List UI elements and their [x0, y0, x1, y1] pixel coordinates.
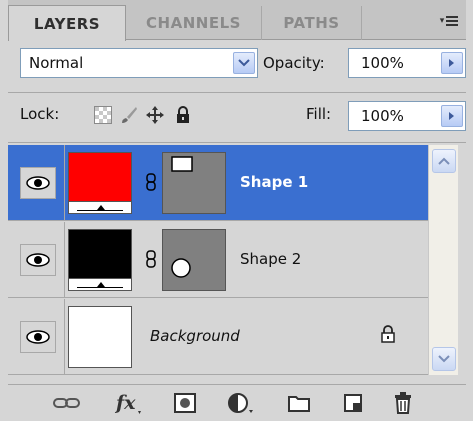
link-chain-icon[interactable]: [145, 250, 157, 268]
layer-name[interactable]: Shape 2: [240, 250, 301, 268]
column-divider: [64, 299, 65, 375]
tab-paths[interactable]: PATHS: [262, 6, 362, 40]
tab-channels[interactable]: CHANNELS: [126, 6, 262, 40]
layers-panel: LAYERS CHANNELS PATHS ▾ Normal Opacity: …: [0, 0, 473, 421]
layer-thumbnail: [68, 229, 132, 291]
opacity-slider-arrow-icon[interactable]: [441, 52, 463, 74]
lock-label: Lock:: [20, 105, 60, 123]
panel-menu-icon[interactable]: ▾: [436, 10, 462, 32]
svg-text:fx: fx: [114, 392, 136, 414]
add-mask-icon[interactable]: [170, 389, 200, 417]
lock-pixels-brush-icon[interactable]: [118, 104, 140, 126]
vector-mask-thumbnail[interactable]: [162, 229, 226, 291]
visibility-eye-icon[interactable]: [20, 321, 56, 353]
link-chain-icon[interactable]: [145, 173, 157, 191]
lock-all-icon[interactable]: [172, 104, 194, 126]
shape-layer-base-marker: [69, 201, 131, 213]
fx-icon[interactable]: fx: [114, 389, 144, 417]
layer-row-background[interactable]: Background: [8, 299, 428, 375]
new-group-icon[interactable]: [284, 389, 314, 417]
layer-color-swatch: [69, 230, 131, 278]
layers-scrollbar[interactable]: [428, 145, 458, 375]
blend-row: Normal Opacity: 100%: [8, 48, 466, 84]
fill-slider-arrow-icon[interactable]: [441, 105, 463, 127]
visibility-eye-icon[interactable]: [20, 167, 56, 199]
opacity-field[interactable]: 100%: [348, 48, 466, 78]
blend-mode-select[interactable]: Normal: [20, 48, 258, 78]
fill-field[interactable]: 100%: [348, 101, 466, 131]
vector-mask-thumbnail[interactable]: [162, 152, 226, 214]
layer-row-shape-2[interactable]: Shape 2: [8, 222, 428, 298]
layer-thumbnail: [68, 152, 132, 214]
lock-transparent-icon[interactable]: [92, 104, 114, 126]
layer-color-swatch: [69, 153, 131, 201]
blend-mode-value: Normal: [29, 54, 84, 72]
fill-value: 100%: [361, 107, 404, 125]
divider: [8, 92, 466, 93]
layers-list: Shape 1 Shape 2 Background: [8, 145, 428, 375]
lock-position-move-icon[interactable]: [144, 104, 166, 126]
layer-row-shape-1[interactable]: Shape 1: [8, 145, 428, 221]
layer-name[interactable]: Shape 1: [240, 173, 308, 191]
adjustment-layer-icon[interactable]: [226, 389, 256, 417]
shape-layer-base-marker: [69, 278, 131, 290]
column-divider: [64, 222, 65, 298]
layer-thumbnail: [68, 306, 132, 368]
new-layer-icon[interactable]: [338, 389, 368, 417]
trash-icon[interactable]: [388, 389, 418, 417]
link-layers-icon[interactable]: [52, 389, 82, 417]
fill-label: Fill:: [306, 105, 332, 123]
divider: [8, 142, 466, 143]
layer-name[interactable]: Background: [150, 327, 240, 345]
scroll-down-icon[interactable]: [432, 347, 456, 371]
opacity-value: 100%: [361, 54, 404, 72]
tab-layers[interactable]: LAYERS: [8, 5, 126, 41]
scroll-up-icon[interactable]: [432, 149, 456, 173]
layer-lock-icon: [380, 325, 400, 347]
column-divider: [64, 145, 65, 221]
visibility-eye-icon[interactable]: [20, 244, 56, 276]
chevron-down-icon[interactable]: [233, 52, 255, 74]
panel-tab-bar: LAYERS CHANNELS PATHS ▾: [8, 0, 466, 41]
lock-row: Lock: Fill: 100%: [8, 99, 466, 135]
opacity-label: Opacity:: [263, 54, 325, 72]
panel-footer: fx: [8, 384, 466, 420]
